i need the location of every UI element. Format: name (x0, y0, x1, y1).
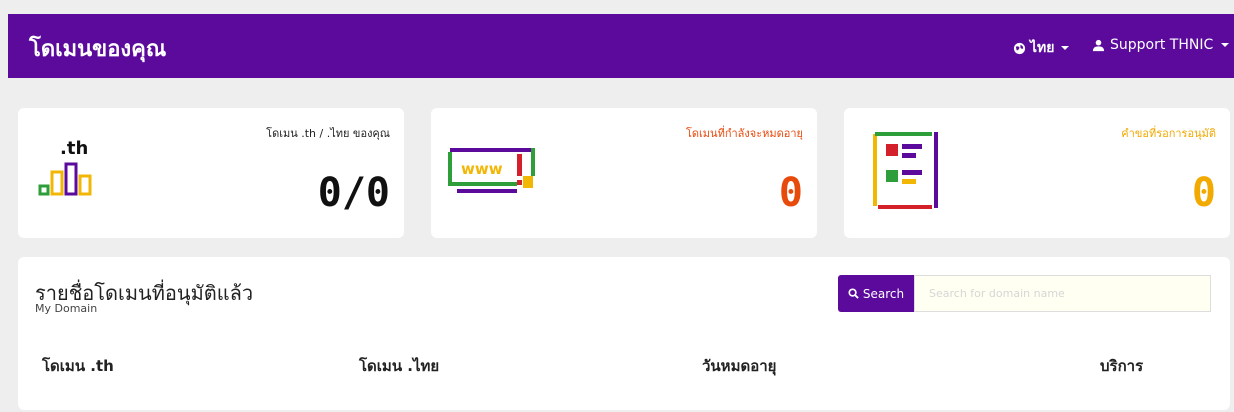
document-list-icon (873, 132, 938, 209)
www-icon: www (448, 148, 535, 193)
globe-icon (1013, 42, 1026, 54)
user-menu[interactable]: Support THNIC (1092, 37, 1230, 53)
user-icon (1092, 39, 1105, 51)
card-label: โดเมนที่กำลังจะหมดอายุ (685, 127, 803, 140)
column-header-service[interactable]: บริการ (1100, 354, 1143, 378)
expiring-domains-card[interactable]: www โดเมนที่กำลังจะหมดอายุ 0 (431, 108, 817, 238)
language-label: ไทย (1030, 40, 1055, 56)
my-domains-card[interactable]: .th โดเมน .th / .ไทย ของคุณ 0/0 (18, 108, 404, 238)
language-selector[interactable]: ไทย (1013, 37, 1070, 59)
chevron-down-icon (1061, 46, 1070, 50)
column-header-expiry[interactable]: วันหมดอายุ (702, 354, 776, 378)
user-name: Support THNIC (1110, 37, 1214, 53)
search-button[interactable]: Search (838, 275, 914, 312)
chevron-down-icon (1221, 43, 1230, 47)
pending-count: 0 (1191, 170, 1216, 216)
search-input[interactable] (914, 275, 1211, 312)
top-header: โดเมนของคุณ ไทย Support THNIC (8, 14, 1234, 78)
th-icon-label: .th (60, 138, 88, 159)
search-button-label: Search (862, 286, 905, 301)
www-icon-label: www (461, 160, 503, 178)
search-icon (848, 288, 859, 299)
column-header-th[interactable]: โดเมน .th (42, 354, 114, 378)
domain-count: 0/0 (317, 170, 390, 216)
card-label: โดเมน .th / .ไทย ของคุณ (266, 127, 390, 140)
th-domain-icon: .th (38, 138, 92, 196)
pending-requests-card[interactable]: คำขอที่รอการอนุมัติ 0 (844, 108, 1230, 238)
expiring-count: 0 (778, 170, 803, 216)
page-title: โดเมนของคุณ (29, 37, 167, 62)
card-label: คำขอที่รอการอนุมัติ (1121, 127, 1216, 140)
column-header-thai[interactable]: โดเมน .ไทย (359, 354, 439, 378)
panel-subtitle: My Domain (35, 302, 98, 315)
approved-domains-panel: รายชื่อโดเมนที่อนุมัติแล้ว My Domain Sea… (18, 257, 1230, 410)
